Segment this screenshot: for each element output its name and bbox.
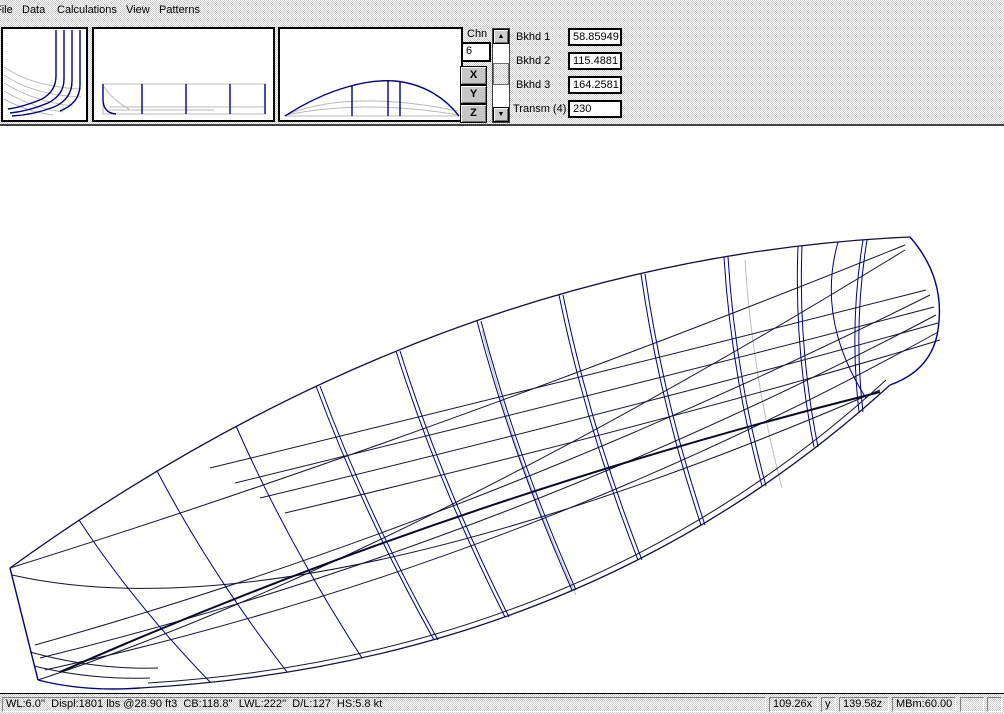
profile-panel[interactable] [92,27,275,122]
bkhd2-label: Bkhd 2 [516,55,550,67]
vertical-scrollbar[interactable]: ▲ ▼ [492,28,510,123]
status-metacenter: MBm:60.00 [892,697,956,712]
application-window: { "menu": { "items": ["File", "Data", "C… [0,0,1004,714]
status-empty-panel-2 [987,697,1002,712]
bkhd2-value-field[interactable]: 115.4881 [568,52,622,70]
bkhd1-value-field[interactable]: 58.85949 [568,28,622,46]
toolbar: Chn 6 X Y Z ▲ ▼ Bkhd 1 Bkhd 2 Bkhd 3 Tra… [0,22,1004,126]
axis-z-button[interactable]: Z [460,104,487,123]
transm-value-field[interactable]: 230 [568,100,622,118]
hull-3d-viewport[interactable] [0,126,1004,693]
status-rotation-x: 109.26x [769,697,818,712]
hull-keel-line [60,392,880,672]
body-plan-drawing [3,29,86,120]
status-empty-panel-1 [960,697,984,712]
scroll-up-button[interactable]: ▲ [493,29,509,44]
axis-x-button[interactable]: X [460,66,487,85]
chn-label: Chn [467,28,487,40]
vertical-scroll-thumb[interactable] [493,63,509,85]
status-bar: WL:6.0'' Displ:1801 lbs @28.90 ft3 CB:11… [0,693,1004,714]
status-rotation-z: 139.58z [839,697,889,712]
plan-view-panel[interactable] [278,27,463,122]
menu-patterns[interactable]: Patterns [159,4,200,16]
menu-bar: File Data Calculations View Patterns [0,0,1004,22]
bkhd3-value-field[interactable]: 164.2581 [568,76,622,94]
plan-view-drawing [280,29,461,120]
chn-value-field[interactable]: 6 [461,42,491,62]
hull-longitudinals [10,245,940,683]
profile-drawing [94,29,273,120]
menu-file[interactable]: File [0,4,13,16]
hull-stem-transom [10,237,939,689]
body-plan-panel[interactable] [1,27,88,122]
bkhd3-label: Bkhd 3 [516,79,550,91]
hull-wireframe [0,126,1004,693]
bkhd1-label: Bkhd 1 [516,31,550,43]
menu-calculations[interactable]: Calculations [57,4,117,16]
hull-outline [10,237,910,688]
status-summary: WL:6.0'' Displ:1801 lbs @28.90 ft3 CB:11… [2,697,766,712]
axis-y-button[interactable]: Y [460,85,487,104]
status-axis-y: y [821,697,836,712]
menu-data[interactable]: Data [22,4,45,16]
menu-view[interactable]: View [126,4,150,16]
scroll-down-button[interactable]: ▼ [493,107,509,122]
transm-label: Transm (4) [513,103,566,115]
